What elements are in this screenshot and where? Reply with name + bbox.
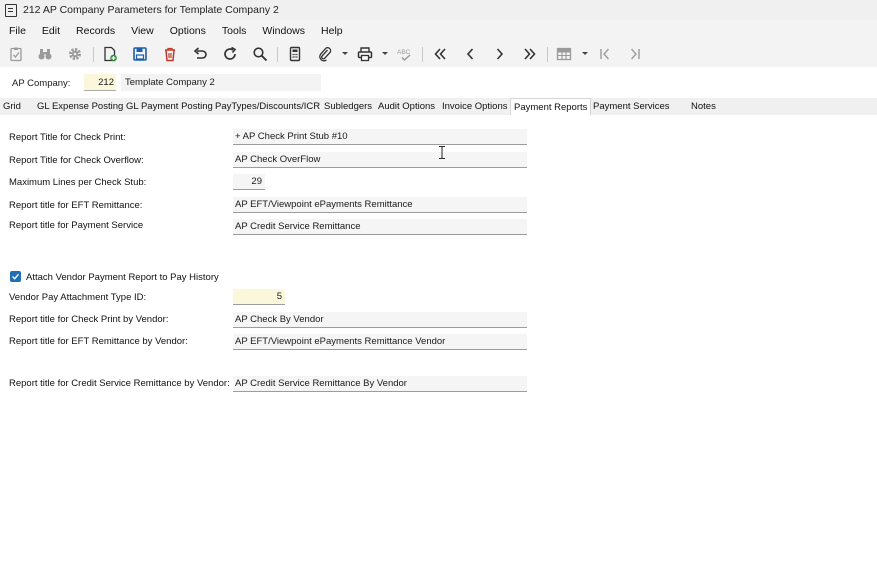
tab-payment-reports[interactable]: Payment Reports (510, 98, 592, 115)
tab-audit-options[interactable]: Audit Options (378, 98, 435, 115)
eft-by-vendor-field[interactable]: AP EFT/Viewpoint ePayments Remittance Ve… (233, 334, 527, 350)
attach-vendor-label[interactable]: Attach Vendor Payment Report to Pay Hist… (26, 272, 219, 283)
gear-icon[interactable] (66, 45, 84, 63)
menu-windows[interactable]: Windows (254, 25, 313, 37)
app-icon (5, 3, 17, 17)
toolbar: ABC (0, 41, 877, 67)
menu-bar: File Edit Records View Options Tools Win… (0, 21, 877, 40)
print-icon[interactable] (356, 45, 374, 63)
check-by-vendor-field[interactable]: AP Check By Vendor (233, 312, 527, 328)
check-overflow-label: Report Title for Check Overflow: (9, 155, 144, 166)
menu-options[interactable]: Options (162, 25, 214, 37)
new-document-icon[interactable] (101, 45, 119, 63)
menu-records[interactable]: Records (68, 25, 123, 37)
eft-remittance-label: Report title for EFT Remittance: (9, 200, 143, 211)
company-name: Template Company 2 (121, 74, 321, 91)
title-bar: 212 AP Company Parameters for Template C… (0, 0, 877, 20)
check-overflow-field[interactable]: AP Check OverFlow (233, 152, 527, 168)
form-area: AP Company: 212 Template Company 2 Grid … (0, 67, 877, 565)
check-print-title-label: Report Title for Check Print: (9, 132, 126, 143)
vendor-attach-type-label: Vendor Pay Attachment Type ID: (9, 292, 147, 303)
spellcheck-icon[interactable]: ABC (396, 45, 416, 63)
menu-help[interactable]: Help (313, 25, 351, 37)
max-lines-field[interactable]: 29 (233, 174, 265, 190)
company-number-field[interactable]: 212 (84, 74, 116, 91)
attachment-dropdown-icon[interactable] (342, 52, 348, 55)
menu-edit[interactable]: Edit (34, 25, 68, 37)
payment-service-field[interactable]: AP Credit Service Remittance (233, 219, 527, 235)
tab-grid[interactable]: Grid (3, 98, 21, 115)
toolbar-separator (547, 47, 548, 62)
binoculars-icon[interactable] (36, 45, 54, 63)
undo-icon[interactable] (191, 45, 209, 63)
tab-strip: Grid GL Expense Posting GL Payment Posti… (0, 98, 877, 115)
menu-file[interactable]: File (0, 25, 34, 37)
tab-gl-expense-posting[interactable]: GL Expense Posting (37, 98, 123, 115)
grid-icon[interactable] (555, 45, 573, 63)
check-print-title-field[interactable]: + AP Check Print Stub #10 (233, 129, 527, 145)
max-lines-label: Maximum Lines per Check Stub: (9, 177, 147, 188)
vendor-attach-type-field[interactable]: 5 (233, 289, 285, 305)
credit-by-vendor-field[interactable]: AP Credit Service Remittance By Vendor (233, 376, 527, 392)
toolbar-separator (93, 47, 94, 62)
menu-view[interactable]: View (123, 25, 162, 37)
refresh-icon[interactable] (221, 45, 239, 63)
save-icon[interactable] (131, 45, 149, 63)
first-record-icon[interactable] (431, 45, 449, 63)
company-label: AP Company: (12, 78, 71, 89)
check-by-vendor-label: Report title for Check Print by Vendor: (9, 314, 169, 325)
window-title: 212 AP Company Parameters for Template C… (23, 4, 279, 16)
tab-notes[interactable]: Notes (691, 98, 716, 115)
payment-service-label: Report title for Payment Service (9, 220, 144, 231)
payment-reports-panel: Report Title for Check Print: + AP Check… (0, 115, 877, 565)
eft-by-vendor-label: Report title for EFT Remittance by Vendo… (9, 336, 188, 347)
toolbar-separator (422, 47, 423, 62)
last-page-icon[interactable] (626, 45, 644, 63)
eft-remittance-field[interactable]: AP EFT/Viewpoint ePayments Remittance (233, 197, 527, 213)
calculator-icon[interactable] (286, 45, 304, 63)
next-record-icon[interactable] (491, 45, 509, 63)
tab-paytypes-discounts-icr[interactable]: PayTypes/Discounts/ICR (215, 98, 320, 115)
text-cursor-icon (439, 146, 445, 159)
menu-tools[interactable]: Tools (214, 25, 255, 37)
first-page-icon[interactable] (596, 45, 614, 63)
grid-dropdown-icon[interactable] (582, 52, 588, 55)
toolbar-separator (277, 47, 278, 62)
attachment-icon[interactable] (316, 45, 334, 63)
spellcheck-label: ABC (397, 49, 411, 56)
clipboard-check-icon[interactable] (7, 45, 25, 63)
credit-by-vendor-label: Report title for Credit Service Remittan… (9, 378, 230, 389)
tab-subledgers[interactable]: Subledgers (324, 98, 372, 115)
attach-vendor-checkbox[interactable] (10, 271, 21, 282)
delete-icon[interactable] (161, 45, 179, 63)
tab-payment-services[interactable]: Payment Services (593, 98, 670, 115)
company-header: AP Company: 212 Template Company 2 (0, 67, 877, 97)
last-record-icon[interactable] (521, 45, 539, 63)
previous-record-icon[interactable] (461, 45, 479, 63)
print-dropdown-icon[interactable] (382, 52, 388, 55)
tab-gl-payment-posting[interactable]: GL Payment Posting (126, 98, 213, 115)
search-icon[interactable] (251, 45, 269, 63)
tab-invoice-options[interactable]: Invoice Options (442, 98, 507, 115)
